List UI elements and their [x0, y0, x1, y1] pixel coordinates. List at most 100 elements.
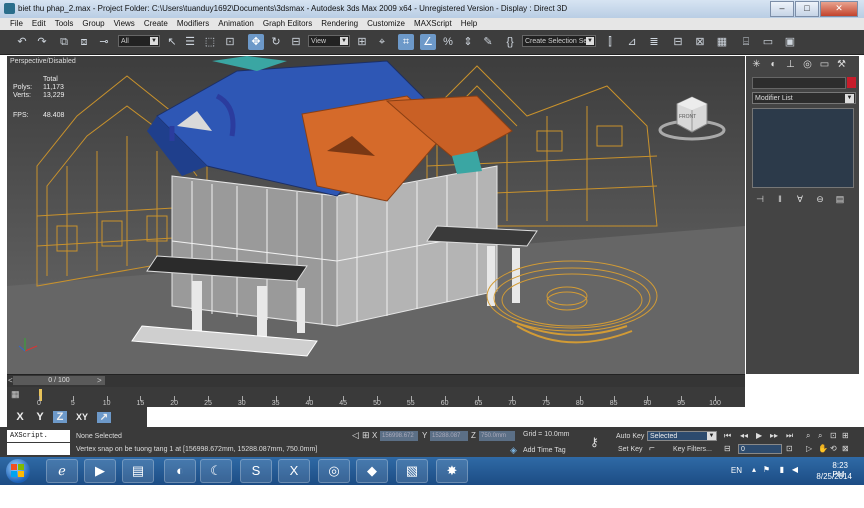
modify-tab-icon[interactable]: ◐ — [767, 59, 780, 71]
axis-z-button[interactable]: Z — [53, 411, 67, 423]
file-explorer-icon[interactable]: ▤ — [122, 459, 154, 483]
select-rotate-icon[interactable]: ↻ — [268, 34, 284, 50]
zoom-all-icon[interactable]: ⌕ — [818, 431, 822, 441]
object-name-field[interactable] — [752, 77, 846, 89]
show-end-result-icon[interactable]: ‖ — [774, 194, 786, 205]
time-slider[interactable]: < 0 / 100 > — [7, 374, 745, 387]
next-frame-icon[interactable]: ▸▸ — [770, 431, 778, 440]
menu-graph-editors[interactable]: Graph Editors — [263, 18, 312, 30]
perspective-viewport[interactable]: Perspective/Disabled Total Polys: 11,173 … — [7, 56, 745, 374]
app-icon-1[interactable]: ◐ — [164, 459, 196, 483]
display-tab-icon[interactable]: ▭ — [818, 59, 831, 71]
network-icon[interactable]: ▮ — [780, 465, 784, 474]
y-coord-field[interactable]: 15288.087 — [430, 431, 468, 441]
configure-sets-icon[interactable]: ▤ — [834, 194, 846, 205]
select-move-icon[interactable]: ✥ — [248, 34, 264, 50]
object-color-swatch[interactable] — [847, 77, 856, 88]
zoom-icon[interactable]: ⌕ — [806, 431, 810, 441]
modifier-stack[interactable] — [752, 108, 854, 188]
volume-icon[interactable]: ◀ — [792, 465, 798, 474]
x-coord-field[interactable]: 156998.672 — [380, 431, 418, 441]
menu-file[interactable]: File — [10, 18, 23, 30]
named-selection-dropdown[interactable]: Create Selection Set ▼ — [522, 35, 596, 47]
selection-filter-dropdown[interactable]: All ▼ — [118, 35, 160, 47]
bind-space-warp-icon[interactable]: ⊸ — [96, 34, 112, 50]
time-slider-next-icon[interactable]: > — [97, 376, 102, 385]
menu-help[interactable]: Help — [461, 18, 477, 30]
select-manipulate-icon[interactable]: ⌖ — [374, 34, 390, 50]
current-frame-field[interactable]: 0 — [738, 444, 782, 454]
menu-edit[interactable]: Edit — [32, 18, 46, 30]
time-slider-prev-icon[interactable]: < — [8, 376, 13, 385]
pan-icon[interactable]: ✋ — [818, 444, 828, 453]
close-button[interactable]: ✕ — [820, 1, 858, 17]
percent-snap-icon[interactable]: % — [440, 34, 456, 50]
internet-explorer-icon[interactable]: ℯ — [46, 459, 78, 483]
snap-axis-icon[interactable]: ↗ — [97, 411, 111, 423]
key-filters-button[interactable]: Key Filters... — [673, 446, 712, 453]
orbit-icon[interactable]: ⟲ — [830, 444, 837, 453]
axis-xy-button[interactable]: XY — [73, 412, 91, 422]
edit-named-sel-icon[interactable]: ✎ — [480, 34, 496, 50]
maxscript-output[interactable] — [7, 443, 70, 455]
add-time-tag-button[interactable]: Add Time Tag — [523, 447, 566, 454]
zoom-extents-icon[interactable]: ⊡ — [830, 431, 837, 440]
previous-frame-icon[interactable]: ◂◂ — [740, 431, 748, 440]
set-key-mode-icon[interactable]: ⚷ — [590, 435, 599, 449]
menu-modifiers[interactable]: Modifiers — [177, 18, 209, 30]
app-icon-3[interactable]: ◎ — [318, 459, 350, 483]
zoom-extents-all-icon[interactable]: ⊞ — [842, 431, 849, 440]
redo-icon[interactable]: ↷ — [34, 34, 50, 50]
maximize-viewport-icon[interactable]: ⊠ — [842, 444, 849, 453]
align-icon[interactable]: ⊿ — [624, 34, 640, 50]
track-bar-menu-icon[interactable]: ▦ — [11, 389, 20, 400]
set-key-icon[interactable]: ⌐ — [649, 443, 655, 454]
media-player-icon[interactable]: ▶ — [84, 459, 116, 483]
modifier-list-dropdown[interactable]: Modifier List ▼ — [752, 92, 856, 104]
app-icon-5[interactable]: ✸ — [436, 459, 468, 483]
viewport-label[interactable]: Perspective/Disabled — [10, 58, 76, 65]
remove-modifier-icon[interactable]: ⊖ — [814, 194, 826, 205]
render-production-icon[interactable]: ▣ — [782, 34, 798, 50]
time-slider-thumb[interactable]: 0 / 100 — [13, 376, 105, 385]
maximize-button[interactable]: □ — [795, 1, 819, 17]
utilities-tab-icon[interactable]: ⚒ — [835, 59, 848, 71]
key-mode-toggle-icon[interactable]: ⊟ — [724, 444, 731, 453]
minimize-button[interactable]: – — [770, 1, 794, 17]
layer-manager-icon[interactable]: ≣ — [646, 34, 662, 50]
z-coord-field[interactable]: 750.0mm — [479, 431, 515, 441]
skype-icon[interactable]: S — [240, 459, 272, 483]
menu-tools[interactable]: Tools — [55, 18, 74, 30]
time-config-icon[interactable]: ⊡ — [786, 444, 793, 453]
language-indicator[interactable]: EN — [731, 466, 742, 475]
menu-animation[interactable]: Animation — [218, 18, 254, 30]
render-setup-icon[interactable]: ⌸ — [738, 34, 754, 50]
absolute-mode-icon[interactable]: ⊞ — [362, 430, 370, 441]
app-icon[interactable] — [4, 3, 15, 14]
axis-y-button[interactable]: Y — [33, 411, 47, 423]
link-icon[interactable]: ⧉ — [56, 34, 72, 50]
key-mode-dropdown[interactable]: Selected ▼ — [647, 431, 717, 441]
select-scale-icon[interactable]: ⊟ — [288, 34, 304, 50]
motion-tab-icon[interactable]: ◎ — [801, 59, 814, 71]
menu-maxscript[interactable]: MAXScript — [414, 18, 452, 30]
app-icon-4[interactable]: ◆ — [356, 459, 388, 483]
schematic-view-icon[interactable]: ⊠ — [692, 34, 708, 50]
select-by-name-icon[interactable]: ☰ — [182, 34, 198, 50]
app-icon-2[interactable]: ☾ — [200, 459, 232, 483]
pin-stack-icon[interactable]: ⊣ — [754, 194, 766, 205]
unlink-icon[interactable]: ⧈ — [76, 34, 92, 50]
make-unique-icon[interactable]: ∀ — [794, 194, 806, 205]
track-bar[interactable]: ▦ 0 5 10 15 20 25 30 35 40 45 50 55 60 65 70 75 80 85 90 95… — [7, 387, 745, 407]
menu-create[interactable]: Create — [144, 18, 168, 30]
start-button[interactable] — [6, 459, 30, 483]
ref-coord-dropdown[interactable]: View ▼ — [308, 35, 350, 47]
create-tab-icon[interactable]: ✳ — [750, 59, 763, 71]
rendered-frame-icon[interactable]: ▭ — [760, 34, 776, 50]
set-key-button[interactable]: Set Key — [618, 446, 643, 453]
menu-rendering[interactable]: Rendering — [321, 18, 358, 30]
time-tag-icon[interactable]: ◈ — [510, 445, 517, 456]
field-of-view-icon[interactable]: ▷ — [806, 444, 812, 453]
snap-toggle-icon[interactable]: ⌗ — [398, 34, 414, 50]
photo-viewer-icon[interactable]: ▧ — [396, 459, 428, 483]
